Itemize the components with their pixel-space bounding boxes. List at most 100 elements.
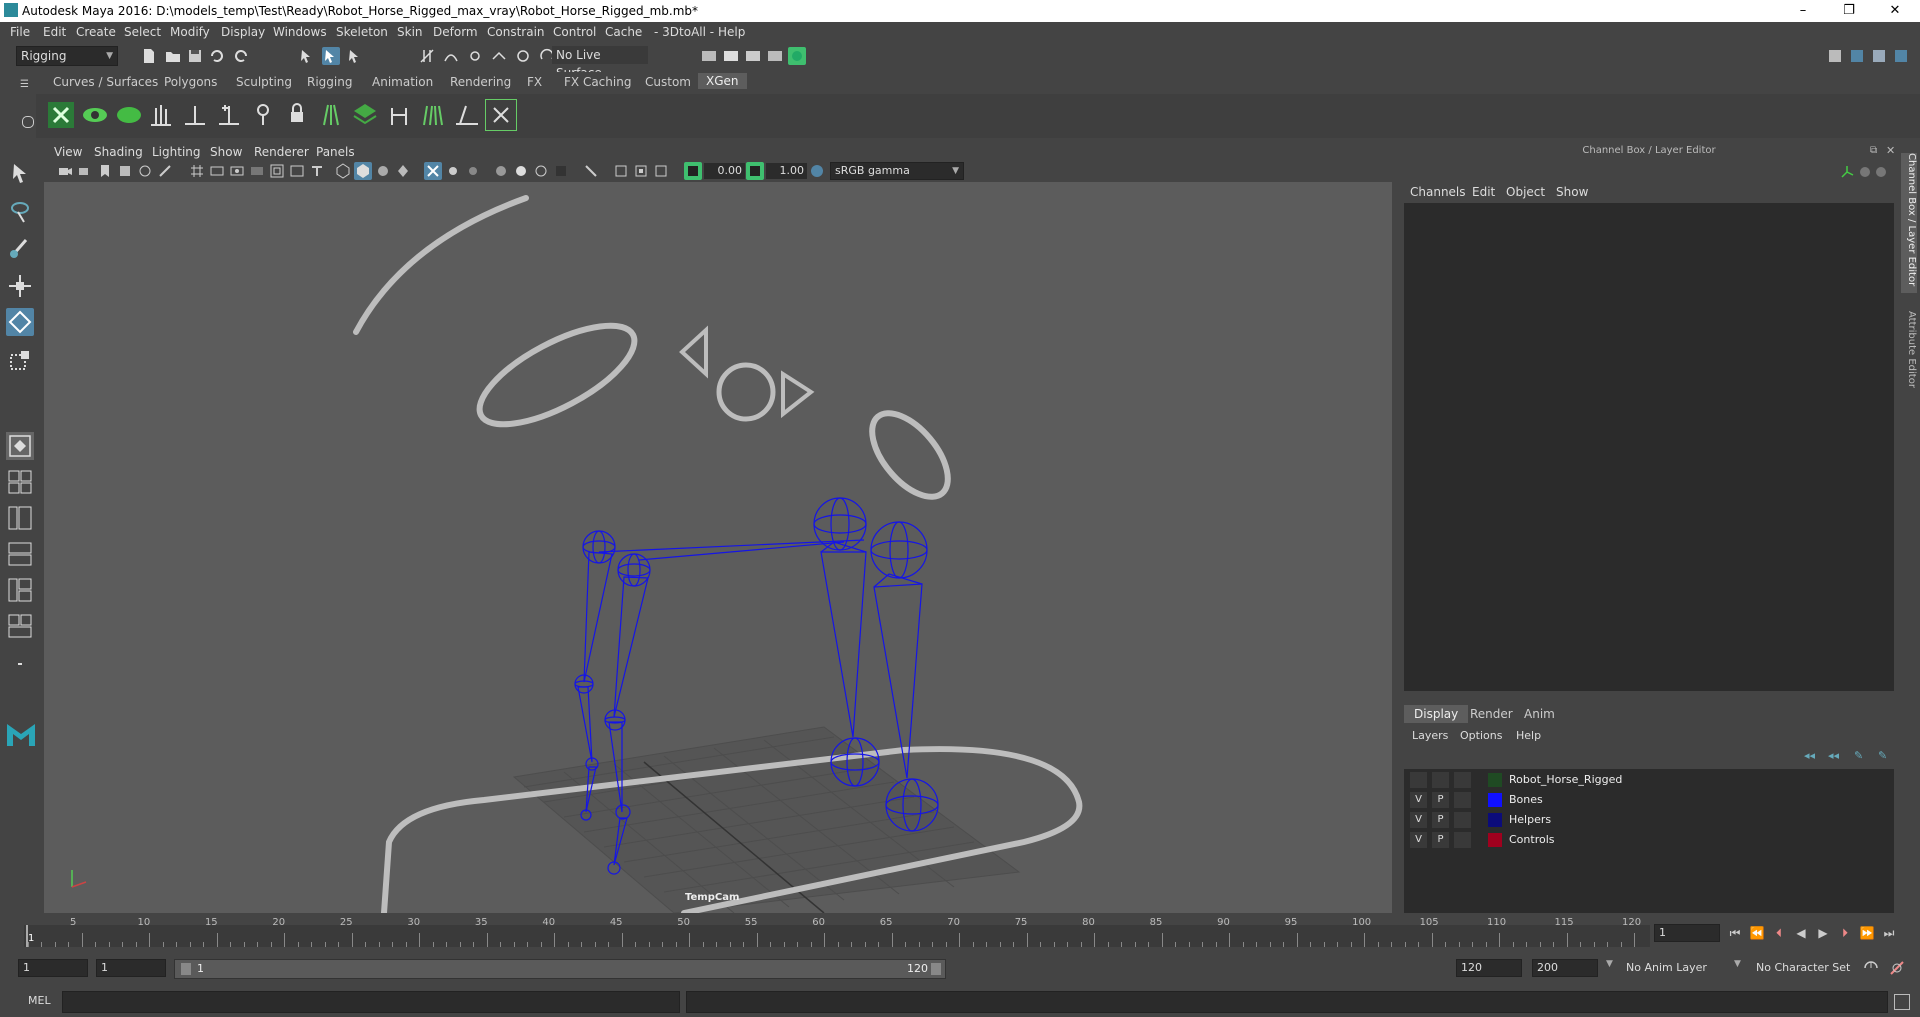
lasso-tool-icon[interactable]: [6, 198, 34, 226]
step-back-key-icon[interactable]: ⏪: [1748, 924, 1766, 942]
xgen-hair-icon[interactable]: [418, 100, 448, 130]
xgen-lock-guide-icon[interactable]: [282, 100, 312, 130]
select-tool-icon[interactable]: [6, 160, 34, 188]
vp-menu-shading[interactable]: Shading: [94, 145, 143, 159]
color-space-dropdown[interactable]: sRGB gamma ▼: [830, 162, 964, 180]
layer-playback-toggle[interactable]: P: [1432, 792, 1449, 808]
paint-select-tool-icon[interactable]: [6, 234, 34, 262]
xgen-editor-icon[interactable]: [46, 100, 76, 130]
xgen-guide-sculpt-icon[interactable]: [316, 100, 346, 130]
menu-modify[interactable]: Modify: [170, 25, 210, 39]
tool-settings-toggle-icon[interactable]: [1870, 47, 1888, 65]
range-start-handle[interactable]: [181, 963, 191, 975]
xgen-comb-icon[interactable]: [452, 100, 482, 130]
animation-end-field[interactable]: 200: [1532, 959, 1598, 977]
snap-live-icon[interactable]: [514, 47, 532, 65]
layer-visibility-toggle[interactable]: [1410, 772, 1427, 788]
move-tool-icon[interactable]: [6, 272, 34, 300]
color-management-icon[interactable]: [808, 162, 826, 180]
gate-mask-icon[interactable]: [248, 162, 266, 180]
persp-graph-layout-icon[interactable]: [6, 540, 34, 568]
menu-windows[interactable]: Windows: [273, 25, 327, 39]
wireframe-icon[interactable]: [334, 162, 352, 180]
layer-type-toggle[interactable]: [1454, 772, 1471, 788]
channel-box-area[interactable]: [1404, 203, 1894, 691]
field-chart-icon[interactable]: [268, 162, 286, 180]
modeling-toolkit-icon[interactable]: [1826, 47, 1844, 65]
lights-icon[interactable]: [444, 162, 462, 180]
select-component-icon[interactable]: [346, 47, 364, 65]
select-camera-icon[interactable]: [56, 162, 74, 180]
snap-point-icon[interactable]: [466, 47, 484, 65]
undo-icon[interactable]: [208, 47, 226, 65]
minimize-button[interactable]: –: [1780, 0, 1826, 22]
playback-start-field[interactable]: 1: [96, 959, 166, 977]
menu-deform[interactable]: Deform: [433, 25, 478, 39]
tab-display[interactable]: Display: [1404, 705, 1469, 723]
layer-playback-toggle[interactable]: P: [1432, 832, 1449, 848]
animation-preferences-icon[interactable]: [1888, 959, 1906, 977]
two-d-pan-zoom-icon[interactable]: [136, 162, 154, 180]
play-backwards-icon[interactable]: ◀: [1792, 924, 1810, 942]
xgen-place-guide-icon[interactable]: [180, 100, 210, 130]
xgen-add-guide-icon[interactable]: [214, 100, 244, 130]
vp-menu-panels[interactable]: Panels: [316, 145, 355, 159]
current-time-marker[interactable]: [26, 925, 28, 947]
go-to-start-icon[interactable]: ⏮: [1726, 924, 1744, 942]
layer-row[interactable]: Robot_Horse_Rigged: [1404, 771, 1894, 790]
select-hierarchy-icon[interactable]: [298, 47, 316, 65]
xgen-brush-icon[interactable]: [384, 100, 414, 130]
menu-control[interactable]: Control: [553, 25, 596, 39]
channel-box-option-icon[interactable]: [1860, 167, 1870, 177]
le-menu-layers[interactable]: Layers: [1412, 729, 1448, 742]
exposure-icon[interactable]: [684, 162, 702, 180]
ipr-render-icon[interactable]: [744, 47, 762, 65]
cb-menu-channels[interactable]: Channels: [1410, 185, 1466, 199]
lock-camera-icon[interactable]: [76, 162, 94, 180]
maximize-button[interactable]: ❐: [1826, 0, 1872, 22]
redo-icon[interactable]: [232, 47, 250, 65]
menu-3dtoall[interactable]: - 3DtoAll -: [654, 25, 714, 39]
tab-rigging[interactable]: Rigging: [307, 75, 352, 89]
xgen-preview-icon[interactable]: [80, 100, 110, 130]
new-scene-icon[interactable]: [140, 47, 158, 65]
exposure-field[interactable]: 0.00: [704, 163, 745, 179]
anti-aliasing-icon[interactable]: [532, 162, 550, 180]
layer-type-toggle[interactable]: [1454, 792, 1471, 808]
grease-pencil-icon[interactable]: [156, 162, 174, 180]
menu-cache[interactable]: Cache: [605, 25, 642, 39]
layer-visibility-toggle[interactable]: V: [1410, 792, 1427, 808]
cb-menu-edit[interactable]: Edit: [1472, 185, 1495, 199]
tab-rendering[interactable]: Rendering: [450, 75, 511, 89]
isolate-select-icon[interactable]: [582, 162, 600, 180]
open-scene-icon[interactable]: [164, 47, 182, 65]
render-settings-icon[interactable]: [700, 47, 718, 65]
vp-menu-view[interactable]: View: [54, 145, 82, 159]
command-input[interactable]: [62, 991, 680, 1013]
scale-tool-icon[interactable]: [6, 346, 34, 374]
layer-visibility-toggle[interactable]: V: [1410, 812, 1427, 828]
wireframe-on-shaded-icon[interactable]: [374, 162, 392, 180]
safe-title-icon[interactable]: [308, 162, 326, 180]
layer-row[interactable]: V P Bones: [1404, 791, 1894, 810]
side-tab-channel-box[interactable]: Channel Box / Layer Editor: [1901, 153, 1917, 293]
render-frame-icon[interactable]: [722, 47, 740, 65]
smooth-shade-icon[interactable]: [354, 162, 372, 180]
frame-all-icon[interactable]: [612, 162, 630, 180]
xgen-cut-icon[interactable]: [485, 99, 517, 131]
step-forward-frame-icon[interactable]: ⏵: [1836, 924, 1854, 942]
more-layouts-icon[interactable]: [6, 650, 34, 678]
snap-view-plane-icon[interactable]: [490, 47, 508, 65]
create-layer-selected-icon[interactable]: ✎: [1878, 749, 1887, 762]
layer-color-swatch[interactable]: [1488, 793, 1502, 807]
anim-layer-dropdown[interactable]: No Anim Layer: [1622, 959, 1736, 977]
current-frame-field[interactable]: 1: [1654, 924, 1720, 942]
le-menu-options[interactable]: Options: [1460, 729, 1502, 742]
float-panel-icon[interactable]: ⧉: [1870, 145, 1877, 156]
hypershade-icon[interactable]: [788, 47, 806, 65]
snap-grid-icon[interactable]: [418, 47, 436, 65]
script-editor-icon[interactable]: [1894, 994, 1910, 1010]
close-button[interactable]: ✕: [1872, 0, 1918, 22]
rotate-tool-icon[interactable]: [6, 308, 34, 336]
vp-menu-renderer[interactable]: Renderer: [254, 145, 309, 159]
